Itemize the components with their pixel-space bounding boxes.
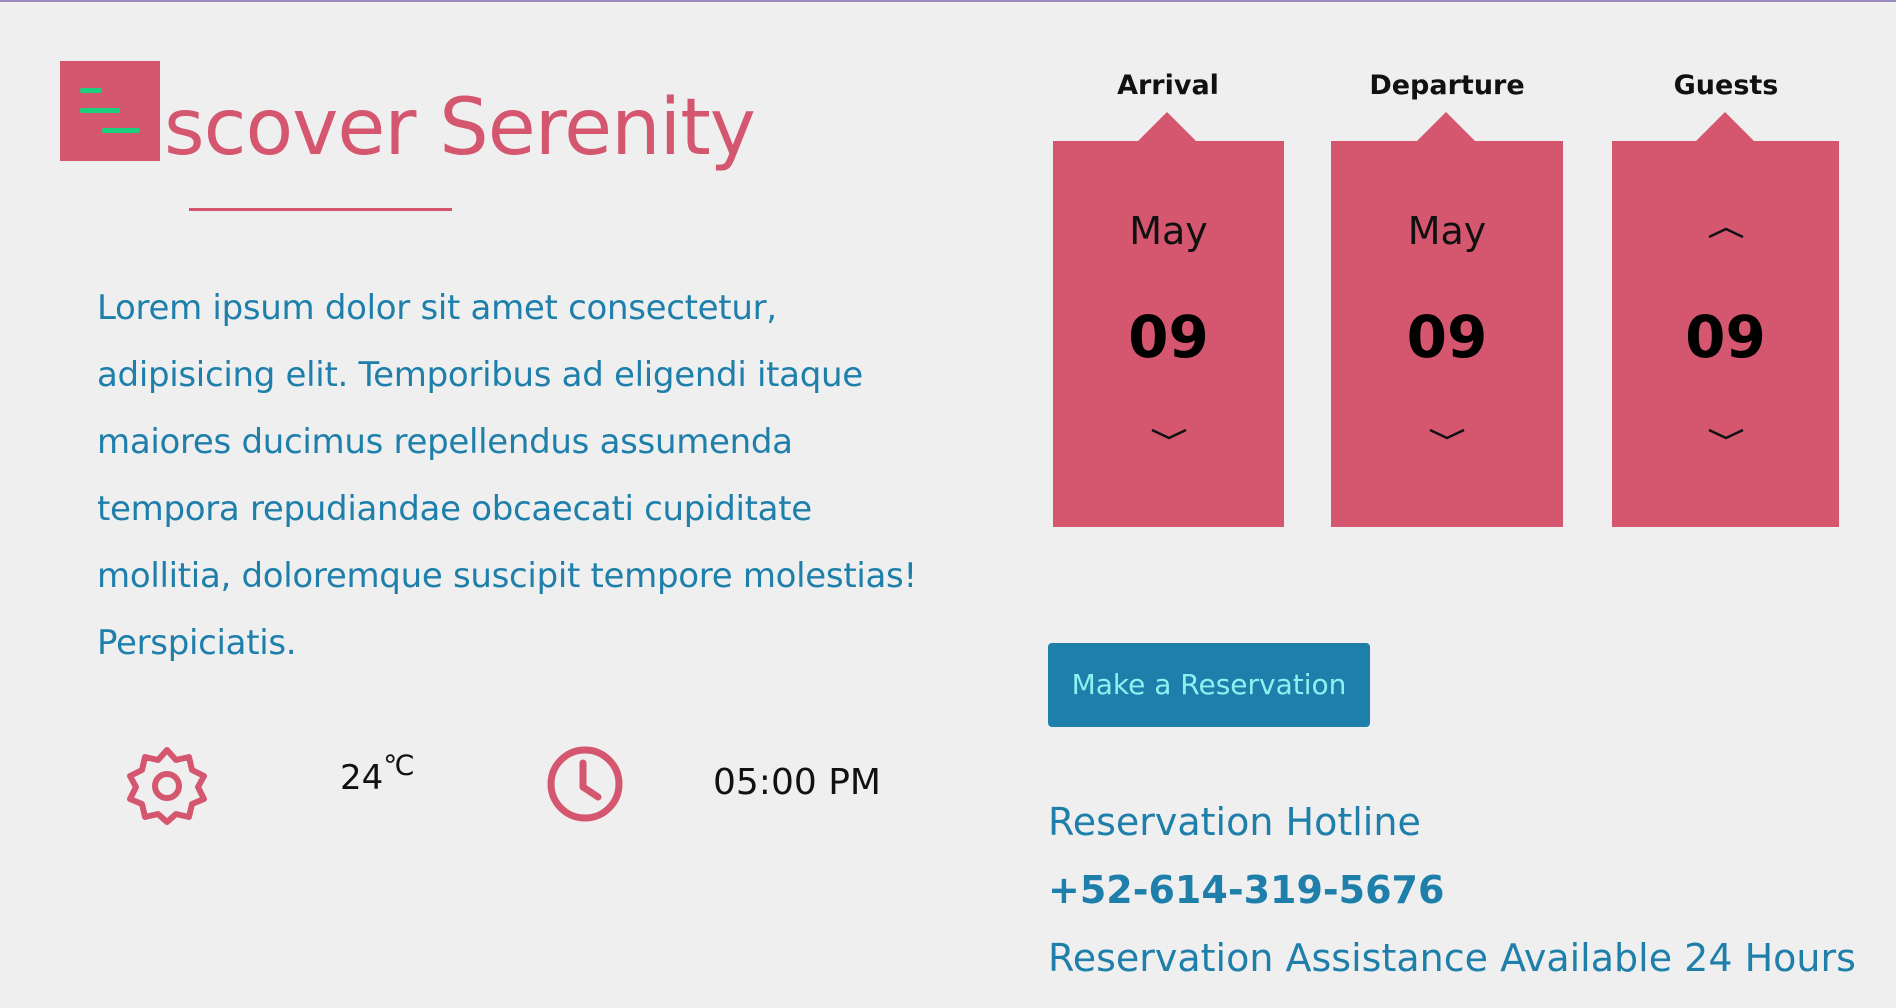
guests-pointer <box>1695 112 1755 142</box>
arrival-label: Arrival <box>1117 70 1219 101</box>
clock-icon <box>547 746 623 822</box>
departure-pointer <box>1416 112 1476 142</box>
departure-card: May 09 <box>1331 141 1563 527</box>
guests-count: 09 <box>1685 303 1766 371</box>
hotline-label: Reservation Hotline <box>1048 800 1421 844</box>
chevron-down-icon[interactable] <box>1149 426 1189 446</box>
chevron-down-icon[interactable] <box>1706 426 1746 446</box>
departure-label: Departure <box>1369 70 1525 101</box>
make-reservation-button[interactable]: Make a Reservation <box>1048 643 1370 727</box>
hotline-phone[interactable]: +52-614-319-5676 <box>1048 868 1444 912</box>
guests-label: Guests <box>1673 70 1779 101</box>
departure-month[interactable]: May <box>1331 209 1563 253</box>
menu-icon-line <box>80 88 102 93</box>
temperature-value: 24 <box>340 758 384 798</box>
top-border <box>0 0 1896 2</box>
departure-day: 09 <box>1406 303 1488 371</box>
temperature-unit: ℃ <box>383 749 415 782</box>
chevron-down-icon[interactable] <box>1427 426 1467 446</box>
temperature: 24℃ <box>340 749 415 798</box>
arrival-pointer <box>1137 112 1197 142</box>
arrival-month[interactable]: May <box>1053 209 1284 253</box>
title-underline <box>189 208 452 211</box>
hotline-note: Reservation Assistance Available 24 Hour… <box>1048 936 1856 980</box>
page-title: scover Serenity <box>164 83 756 173</box>
time-display: 05:00 PM <box>713 762 881 803</box>
chevron-up-icon[interactable] <box>1706 221 1746 241</box>
intro-text: Lorem ipsum dolor sit amet consectetur, … <box>97 288 917 663</box>
arrival-card: May 09 <box>1053 141 1284 527</box>
menu-icon-line <box>80 108 120 113</box>
menu-icon-line <box>102 128 140 133</box>
sun-icon <box>127 747 207 825</box>
arrival-day: 09 <box>1128 303 1209 371</box>
menu-button[interactable] <box>60 61 160 161</box>
guests-card: 09 <box>1612 141 1839 527</box>
